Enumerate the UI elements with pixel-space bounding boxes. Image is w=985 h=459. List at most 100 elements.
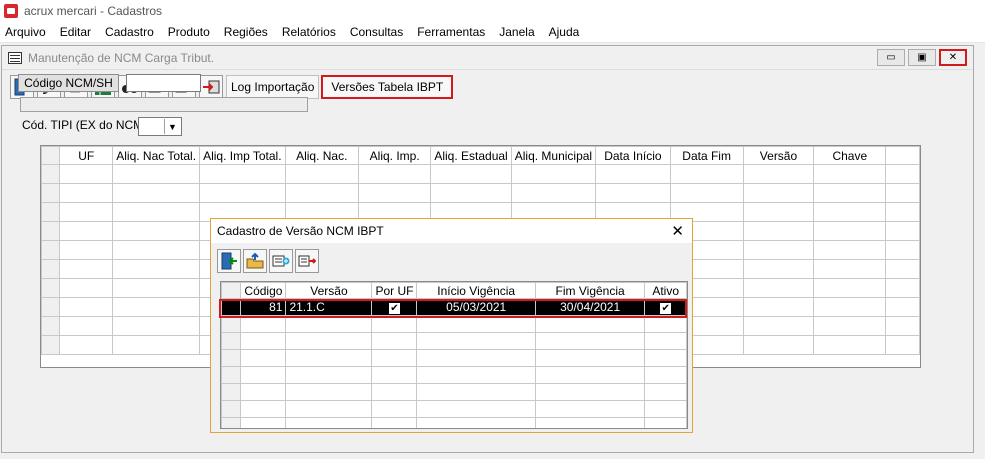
grid-cell[interactable] [644, 417, 687, 428]
col-versao[interactable]: Versão [742, 146, 815, 165]
grid-cell[interactable] [285, 417, 373, 428]
grid-cell[interactable] [285, 315, 373, 333]
grid-cell[interactable] [416, 417, 536, 428]
grid-cell[interactable] [371, 417, 418, 428]
grid-cell[interactable] [534, 417, 646, 428]
grid-cell[interactable] [430, 183, 512, 203]
grid-cell[interactable] [534, 349, 646, 367]
grid-cell[interactable] [112, 335, 201, 355]
grid-cell[interactable] [240, 383, 287, 401]
col-versao[interactable]: Versão [285, 282, 373, 299]
col-inicio-vigencia[interactable]: Início Vigência [416, 282, 536, 299]
grid-cell[interactable] [416, 315, 536, 333]
grid-cell[interactable] [595, 183, 671, 203]
grid-cell[interactable] [885, 335, 920, 355]
codigo-ncm-button[interactable]: Código NCM/SH [18, 74, 119, 92]
menu-editar[interactable]: Editar [53, 25, 98, 39]
table-row[interactable] [221, 315, 687, 333]
grid-cell[interactable] [240, 349, 287, 367]
grid-cell[interactable] [240, 417, 287, 428]
grid-cell[interactable] [644, 349, 687, 367]
table-row[interactable] [41, 164, 920, 184]
menu-consultas[interactable]: Consultas [343, 25, 410, 39]
grid-cell[interactable] [112, 259, 201, 279]
grid-cell[interactable] [112, 297, 201, 317]
col-uf[interactable]: UF [59, 146, 114, 165]
grid-cell[interactable] [742, 297, 815, 317]
grid-cell[interactable] [59, 164, 114, 184]
grid-cell[interactable] [199, 183, 286, 203]
grid-cell[interactable] [59, 297, 114, 317]
grid-cell[interactable] [284, 164, 359, 184]
col-aliq-estadual[interactable]: Aliq. Estadual [430, 146, 512, 165]
grid-cell[interactable] [742, 335, 815, 355]
grid-cell[interactable] [240, 332, 287, 350]
table-row[interactable] [41, 183, 920, 203]
grid-cell[interactable] [885, 278, 920, 298]
grid-cell[interactable] [813, 297, 887, 317]
grid-cell[interactable] [285, 400, 373, 418]
grid-cell[interactable] [644, 332, 687, 350]
menu-relatorios[interactable]: Relatórios [275, 25, 343, 39]
grid-cell[interactable] [285, 332, 373, 350]
grid-cell[interactable] [112, 202, 201, 222]
minimize-button[interactable]: ▭ [877, 49, 905, 66]
menu-regioes[interactable]: Regiões [217, 25, 275, 39]
grid-cell[interactable] [59, 259, 114, 279]
col-aliq-nac-total[interactable]: Aliq. Nac Total. [112, 146, 201, 165]
grid-cell[interactable] [595, 164, 671, 184]
grid-cell[interactable] [416, 383, 536, 401]
grid-cell[interactable] [371, 332, 418, 350]
versao-grid[interactable]: Código Versão Por UF Início Vigência Fim… [220, 281, 688, 429]
grid-cell[interactable] [534, 383, 646, 401]
grid-cell[interactable] [357, 164, 432, 184]
close-button[interactable]: ✕ [939, 49, 967, 66]
col-data-inicio[interactable]: Data Início [595, 146, 671, 165]
grid-cell[interactable] [534, 366, 646, 384]
inicio-vigencia-cell[interactable]: 05/03/2021 [416, 298, 536, 316]
grid-cell[interactable] [510, 164, 597, 184]
grid-cell[interactable] [534, 400, 646, 418]
menu-ajuda[interactable]: Ajuda [542, 25, 587, 39]
grid-cell[interactable] [240, 315, 287, 333]
menu-arquivo[interactable]: Arquivo [0, 25, 53, 39]
grid-cell[interactable] [112, 221, 201, 241]
col-ativo[interactable]: Ativo [644, 282, 687, 299]
grid-cell[interactable] [285, 349, 373, 367]
table-row[interactable] [221, 383, 687, 401]
grid-cell[interactable] [510, 183, 597, 203]
col-aliq-imp[interactable]: Aliq. Imp. [357, 146, 432, 165]
grid-cell[interactable] [644, 366, 687, 384]
menu-cadastro[interactable]: Cadastro [98, 25, 161, 39]
col-aliq-imp-total[interactable]: Aliq. Imp Total. [199, 146, 286, 165]
grid-cell[interactable] [885, 164, 920, 184]
grid-cell[interactable] [742, 240, 815, 260]
table-row[interactable] [221, 400, 687, 418]
grid-cell[interactable] [644, 315, 687, 333]
col-data-fim[interactable]: Data Fim [669, 146, 744, 165]
checkbox-icon[interactable]: ✔ [660, 303, 672, 314]
grid-cell[interactable] [813, 164, 887, 184]
chevron-down-icon[interactable]: ▼ [164, 119, 180, 134]
menu-janela[interactable]: Janela [492, 25, 541, 39]
table-row[interactable] [221, 417, 687, 428]
col-aliq-municipal[interactable]: Aliq. Municipal [510, 146, 597, 165]
ncm-input[interactable] [126, 74, 201, 92]
grid-cell[interactable] [284, 183, 359, 203]
grid-cell[interactable] [112, 164, 201, 184]
table-row[interactable]: 81 21.1.C ✔ 05/03/2021 30/04/2021 ✔ [221, 298, 687, 316]
grid-cell[interactable] [371, 383, 418, 401]
grid-cell[interactable] [885, 316, 920, 336]
import-icon[interactable] [199, 75, 223, 99]
grid-cell[interactable] [644, 400, 687, 418]
grid-cell[interactable] [357, 183, 432, 203]
grid-cell[interactable] [813, 316, 887, 336]
grid-cell[interactable] [371, 400, 418, 418]
grid-cell[interactable] [813, 183, 887, 203]
grid-cell[interactable] [112, 183, 201, 203]
col-por-uf[interactable]: Por UF [371, 282, 418, 299]
grid-cell[interactable] [885, 259, 920, 279]
grid-cell[interactable] [534, 332, 646, 350]
grid-cell[interactable] [742, 164, 815, 184]
grid-cell[interactable] [742, 183, 815, 203]
